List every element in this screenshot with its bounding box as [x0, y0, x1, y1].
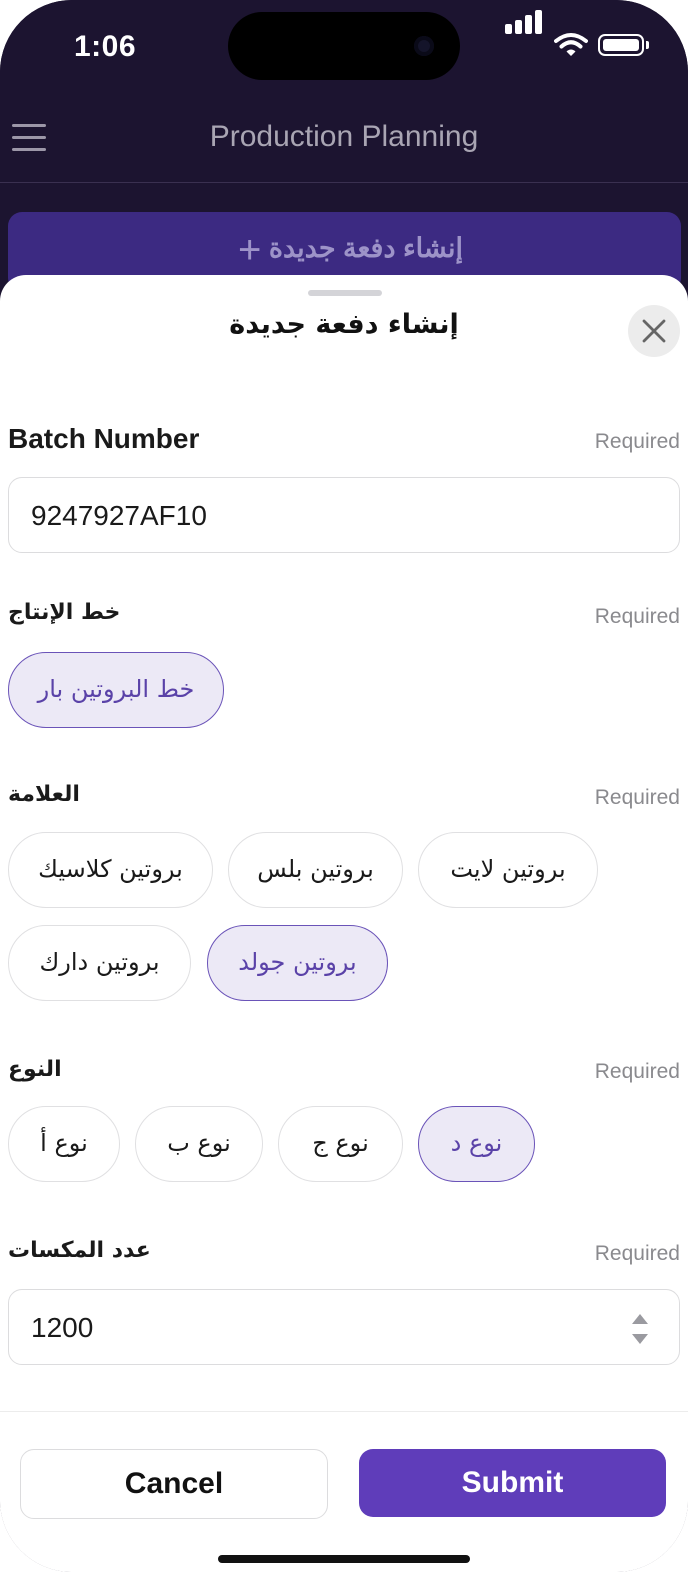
brand-label: العلامة — [8, 782, 80, 807]
wifi-icon — [554, 33, 588, 56]
brand-chip-lite[interactable]: بروتين لايت — [418, 832, 598, 908]
close-icon — [642, 319, 666, 343]
close-button[interactable] — [628, 305, 680, 357]
create-batch-sheet: إنشاء دفعة جديدة Batch Number Required 9… — [0, 275, 688, 1572]
home-indicator[interactable] — [218, 1555, 470, 1563]
brand-required: Required — [594, 786, 680, 809]
cancel-button[interactable]: Cancel — [20, 1449, 328, 1519]
sheet-footer: Cancel Submit — [0, 1411, 688, 1572]
create-batch-label: إنشاء دفعة جديدة — [268, 233, 464, 263]
batch-number-required: Required — [594, 430, 680, 453]
production-line-required: Required — [594, 605, 680, 628]
production-line-chip[interactable]: خط البروتين بار — [8, 652, 224, 728]
status-time: 1:06 — [74, 30, 137, 63]
dynamic-island — [228, 12, 460, 80]
app-navbar: Production Planning — [0, 100, 688, 183]
type-chip-b[interactable]: نوع ب — [135, 1106, 263, 1182]
navbar-title: Production Planning — [209, 120, 479, 153]
sheet-drag-handle[interactable] — [308, 290, 382, 296]
batch-number-input[interactable]: 9247927AF10 — [8, 477, 680, 553]
plus-icon: + — [237, 227, 262, 272]
mix-count-label: عدد المكسات — [8, 1238, 151, 1263]
camera-icon — [414, 36, 434, 56]
batch-number-value: 9247927AF10 — [31, 500, 207, 531]
batch-number-label: Batch Number — [8, 423, 200, 454]
type-required: Required — [594, 1060, 680, 1083]
battery-tip — [646, 41, 649, 49]
phone-screen: 1:06 Production Planning + إنشاء دفعة جد… — [0, 0, 688, 1572]
status-bar: 1:06 — [0, 0, 688, 90]
stepper-arrows-icon[interactable] — [629, 1308, 651, 1350]
mix-count-input[interactable]: 1200 — [8, 1289, 680, 1365]
mix-count-value: 1200 — [31, 1312, 94, 1343]
type-label: النوع — [8, 1057, 62, 1082]
brand-chip-plus[interactable]: بروتين بلس — [228, 832, 403, 908]
mix-count-required: Required — [594, 1242, 680, 1265]
type-chip-c[interactable]: نوع ج — [278, 1106, 403, 1182]
sheet-title: إنشاء دفعة جديدة — [229, 309, 459, 340]
type-chip-d[interactable]: نوع د — [418, 1106, 535, 1182]
type-chip-a[interactable]: نوع أ — [8, 1106, 120, 1182]
brand-chip-dark[interactable]: بروتين دارك — [8, 925, 191, 1001]
production-line-label: خط الإنتاج — [8, 600, 121, 625]
battery-icon — [598, 34, 644, 56]
brand-chip-classic[interactable]: بروتين كلاسيك — [8, 832, 213, 908]
brand-chip-gold[interactable]: بروتين جولد — [207, 925, 388, 1001]
submit-button[interactable]: Submit — [359, 1449, 666, 1517]
